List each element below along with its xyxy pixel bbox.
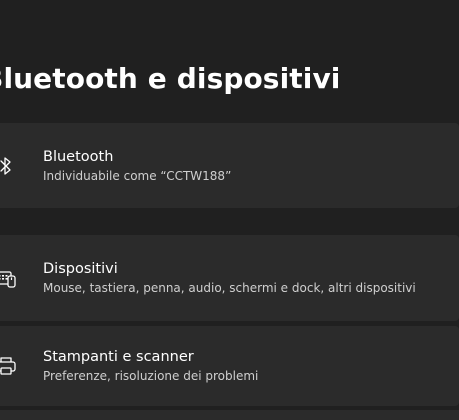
bluetooth-icon <box>0 154 18 178</box>
printers-card-text: Stampanti e scanner Preferenze, risoluzi… <box>43 347 258 385</box>
devices-title: Dispositivi <box>43 261 118 277</box>
bluetooth-card[interactable]: Bluetooth Individuabile come “CCTW188” <box>0 123 459 208</box>
devices-card-text: Dispositivi Mouse, tastiera, penna, audi… <box>43 259 416 297</box>
devices-card[interactable]: Dispositivi Mouse, tastiera, penna, audi… <box>0 235 459 321</box>
printers-subtitle: Preferenze, risoluzione dei problemi <box>43 369 259 383</box>
printers-title: Stampanti e scanner <box>43 349 194 365</box>
bluetooth-title: Bluetooth <box>43 148 114 165</box>
settings-page: Bluetooth e dispositivi Bluetooth Indivi… <box>0 0 459 420</box>
devices-icon <box>0 266 18 290</box>
next-card-edge[interactable] <box>0 410 459 420</box>
page-title: Bluetooth e dispositivi <box>0 62 341 95</box>
printer-icon <box>0 354 18 378</box>
bluetooth-card-text: Bluetooth Individuabile come “CCTW188” <box>43 147 231 185</box>
bluetooth-subtitle: Individuabile come “CCTW188” <box>43 168 232 183</box>
devices-subtitle: Mouse, tastiera, penna, audio, schermi e… <box>43 281 416 295</box>
printers-card[interactable]: Stampanti e scanner Preferenze, risoluzi… <box>0 326 459 406</box>
